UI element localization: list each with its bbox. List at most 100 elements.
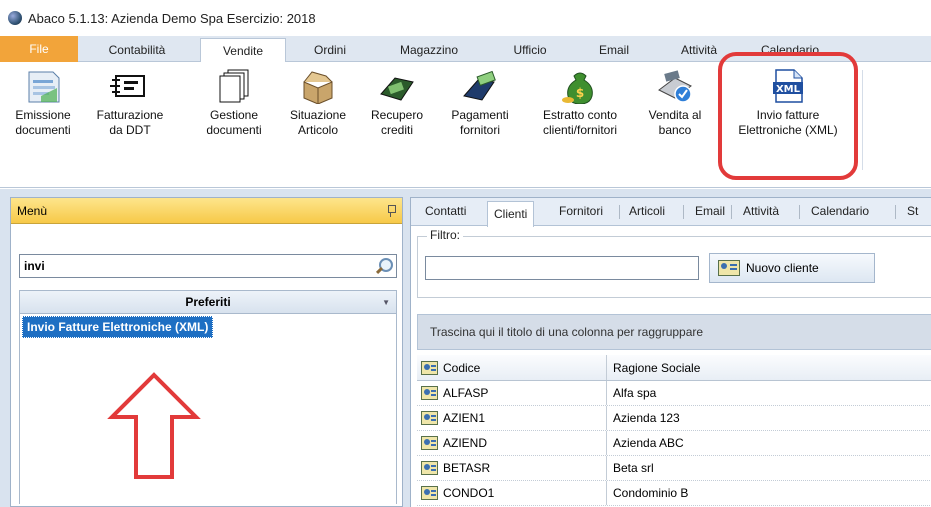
table-row[interactable]: ALFASP Alfa spa [417, 381, 931, 406]
tab-ordini[interactable]: Ordini [300, 38, 360, 62]
tab-st[interactable]: St [905, 204, 920, 218]
preferiti-label: Preferiti [185, 295, 231, 309]
cell-code-text: BETASR [443, 461, 491, 475]
recupero-crediti-button[interactable]: Recupero crediti [362, 68, 432, 138]
tab-vendite[interactable]: Vendite [200, 38, 286, 63]
supplier-payment-icon [460, 68, 500, 104]
cell-code: BETASR [417, 456, 607, 480]
chevron-down-icon[interactable]: ▼ [382, 298, 390, 307]
table-row[interactable]: AZIEN1 Azienda 123 [417, 406, 931, 431]
red-arrow-up-icon [107, 372, 201, 479]
cell-code-text: CONDO1 [443, 486, 495, 500]
documents-stack-icon [214, 68, 254, 104]
tab-email[interactable]: Email [590, 38, 638, 62]
gestione-documenti-button[interactable]: Gestione documenti [194, 68, 274, 138]
tab-magazzino[interactable]: Magazzino [386, 38, 472, 62]
tab-email[interactable]: Email [693, 204, 727, 218]
gestione-documenti-label: Gestione documenti [206, 108, 262, 137]
group-by-area[interactable]: Trascina qui il titolo di una colonna pe… [417, 314, 931, 350]
table-row[interactable]: AZIEND Azienda ABC [417, 431, 931, 456]
column-header-ragione-sociale[interactable]: Ragione Sociale [607, 355, 931, 380]
fatturazione-ddt-label: Fatturazione da DDT [96, 108, 164, 137]
filter-input[interactable] [425, 256, 699, 280]
column-codice-label: Codice [443, 360, 481, 375]
window-title: Abaco 5.1.13: Azienda Demo Spa Esercizio… [28, 10, 316, 26]
document-emission-icon [23, 68, 63, 104]
search-icon[interactable] [374, 257, 393, 275]
tab-clienti[interactable]: Clienti [487, 201, 535, 227]
preferiti-group[interactable]: Preferiti ▼ [19, 290, 397, 314]
emissione-documenti-label: Emissione documenti [15, 108, 71, 137]
contacts-tabs: Contatti Clienti Fornitori Articoli Emai… [411, 198, 931, 227]
contact-card-icon [421, 461, 438, 475]
nuovo-cliente-label: Nuovo cliente [746, 261, 819, 275]
tab-separator [799, 205, 800, 219]
table-row[interactable]: BETASR Beta srl [417, 456, 931, 481]
grid-header: Codice Ragione Sociale [417, 355, 931, 381]
contacts-panel: Contatti Clienti Fornitori Articoli Emai… [410, 197, 931, 507]
app-icon [8, 11, 22, 25]
cell-code: AZIEND [417, 431, 607, 455]
contact-card-icon [421, 486, 438, 500]
money-bag-icon: $ [560, 68, 600, 105]
cell-name: Alfa spa [613, 386, 657, 400]
clients-grid: Codice Ragione Sociale ALFASP Alfa spa A… [417, 355, 931, 506]
cell-name: Azienda 123 [613, 411, 680, 425]
vendita-banco-button[interactable]: Vendita al banco [638, 68, 712, 138]
situazione-articolo-button[interactable]: Situazione Articolo [280, 68, 356, 138]
tab-attivita[interactable]: Attività [741, 204, 781, 218]
tab-fornitori[interactable]: Fornitori [557, 204, 605, 218]
menu-list: Invio Fatture Elettroniche (XML) [19, 314, 397, 504]
estratto-conto-button[interactable]: $ Estratto conto clienti/fornitori [528, 68, 632, 138]
money-recovery-icon [377, 68, 417, 104]
invoice-ddt-icon [110, 68, 150, 104]
table-row[interactable]: CONDO1 Condominio B [417, 481, 931, 506]
tab-separator [895, 205, 896, 219]
menu-title: Menù [17, 203, 48, 218]
tab-contatti[interactable]: Contatti [423, 204, 468, 218]
ribbon-separator [862, 70, 863, 170]
contact-card-icon [718, 260, 740, 276]
cell-code: CONDO1 [417, 481, 607, 505]
contact-card-icon [421, 436, 438, 450]
tab-file[interactable]: File [0, 36, 78, 62]
cell-name: Azienda ABC [613, 436, 684, 450]
tab-ufficio[interactable]: Ufficio [500, 38, 560, 62]
cell-code-text: ALFASP [443, 386, 489, 400]
svg-text:$: $ [576, 86, 584, 100]
contact-card-icon [421, 411, 438, 425]
cell-code-text: AZIEN1 [443, 411, 486, 425]
vendita-banco-label: Vendita al banco [648, 108, 702, 137]
tab-contabilita[interactable]: Contabilità [96, 38, 178, 62]
title-bar: Abaco 5.1.13: Azienda Demo Spa Esercizio… [0, 0, 931, 36]
pagamenti-fornitori-label: Pagamenti fornitori [451, 108, 509, 137]
contact-card-icon [421, 360, 438, 375]
fatturazione-ddt-button[interactable]: Fatturazione da DDT [84, 68, 176, 138]
tab-separator [731, 205, 732, 219]
menu-header: Menù [11, 198, 402, 224]
emissione-documenti-button[interactable]: Emissione documenti [4, 68, 82, 138]
column-header-codice[interactable]: Codice [417, 355, 607, 380]
menu-item-invio-fatture[interactable]: Invio Fatture Elettroniche (XML) [22, 316, 214, 338]
work-area: Menù Preferiti ▼ Invio Fatture Elettroni… [0, 189, 931, 507]
menu-search-input[interactable] [20, 255, 360, 277]
column-ragione-sociale-label: Ragione Sociale [613, 360, 701, 375]
situazione-articolo-label: Situazione Articolo [289, 108, 347, 137]
estratto-conto-label: Estratto conto clienti/fornitori [542, 108, 618, 137]
cell-code-text: AZIEND [443, 436, 488, 450]
pagamenti-fornitori-button[interactable]: Pagamenti fornitori [440, 68, 520, 138]
menu-panel: Menù Preferiti ▼ Invio Fatture Elettroni… [10, 197, 403, 507]
pin-icon[interactable] [386, 204, 396, 217]
tab-calendario[interactable]: Calendario [809, 204, 871, 218]
tab-articoli[interactable]: Articoli [627, 204, 667, 218]
menu-search [19, 254, 397, 278]
cell-name: Beta srl [613, 461, 654, 475]
cell-code: ALFASP [417, 381, 607, 405]
highlight-ring [718, 52, 858, 180]
group-by-hint: Trascina qui il titolo di una colonna pe… [430, 325, 704, 339]
nuovo-cliente-button[interactable]: Nuovo cliente [709, 253, 875, 283]
filter-label: Filtro: [427, 228, 463, 242]
open-box-icon [298, 68, 338, 105]
cell-code: AZIEN1 [417, 406, 607, 430]
cash-register-icon [655, 68, 695, 104]
